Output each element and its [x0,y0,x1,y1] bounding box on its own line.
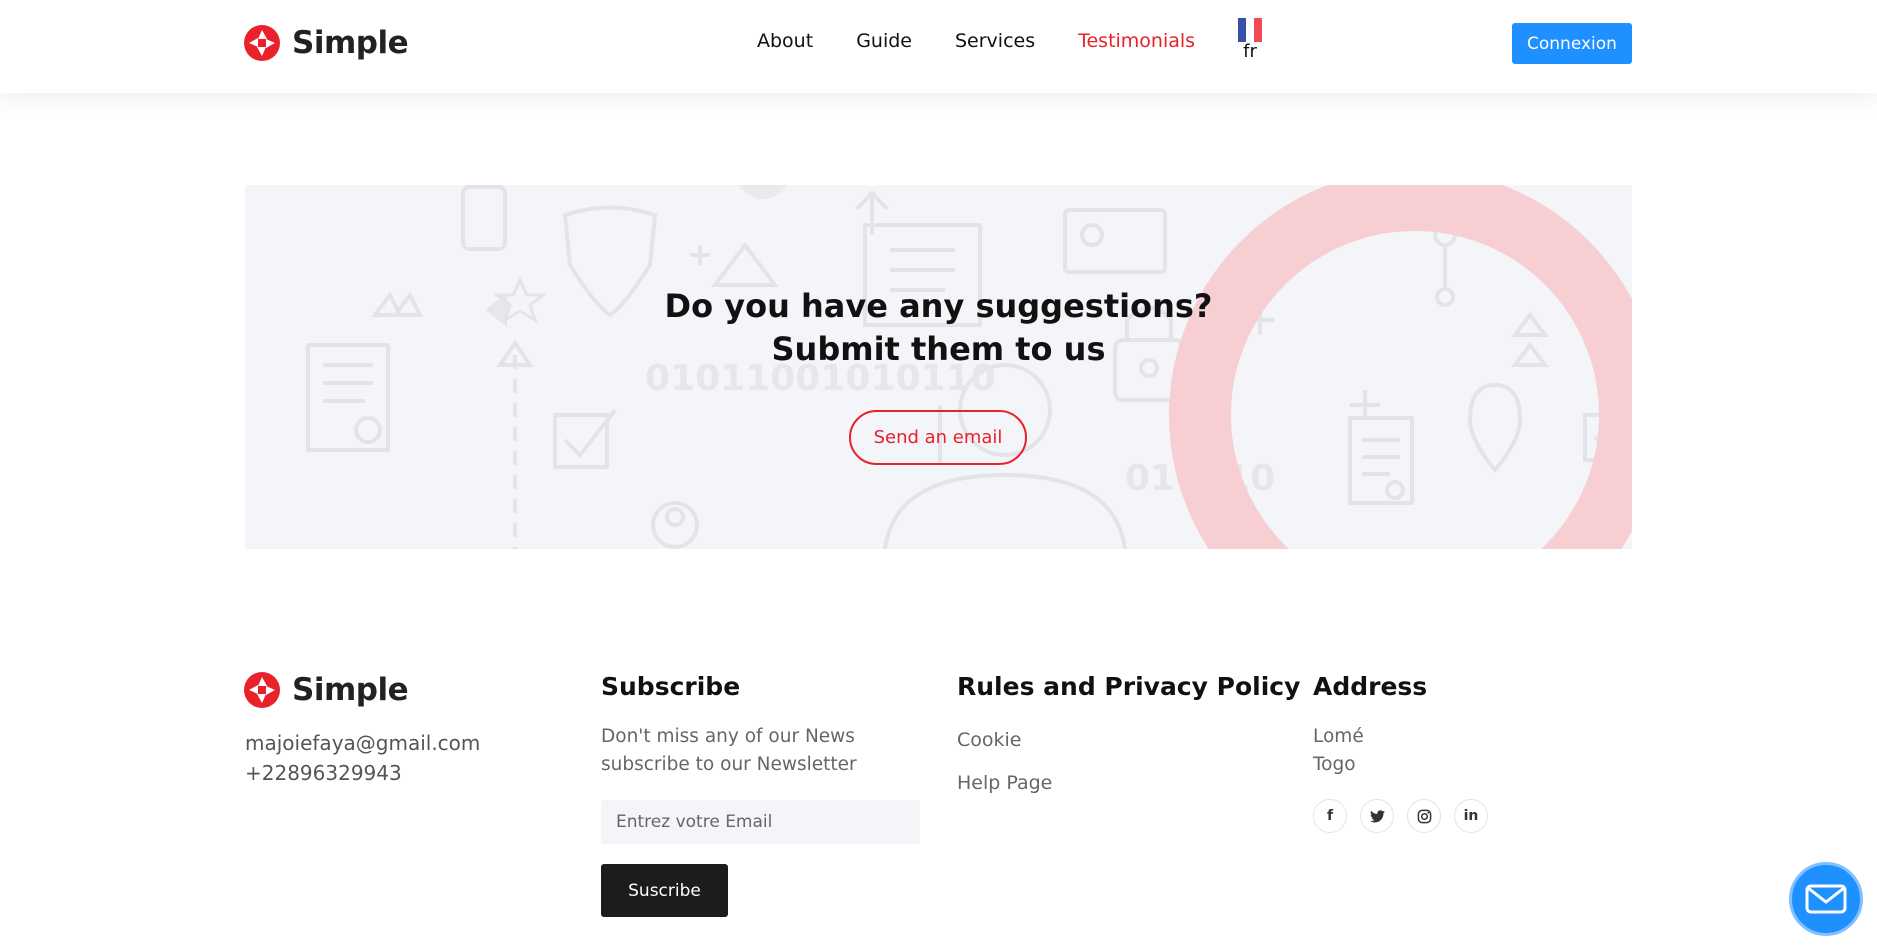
aperture-logo-icon [244,25,280,61]
instagram-icon[interactable] [1407,799,1441,833]
social-links: f in [1313,799,1501,833]
language-switcher[interactable]: fr [1237,18,1263,62]
suggestion-banner: 01011001010110 010110 Do you have any su… [245,185,1632,549]
send-email-button[interactable]: Send an email [849,410,1027,465]
contact-chat-button[interactable] [1789,862,1863,936]
main-nav: About Guide Services Testimonials [757,30,1238,52]
newsletter-email-input[interactable] [601,800,920,844]
nav-link-testimonials[interactable]: Testimonials [1078,30,1195,52]
address-text: Lomé Togo [1313,723,1364,779]
linkedin-icon[interactable]: in [1454,799,1488,833]
subscribe-text: Don't miss any of our News subscribe to … [601,723,857,779]
address-city: Lomé [1313,726,1364,747]
subscribe-text-line-2: subscribe to our Newsletter [601,754,857,775]
site-header: Simple About Guide Services Testimonials… [0,0,1877,93]
subscribe-title: Subscribe [601,672,741,701]
brand-name: Simple [292,672,409,708]
policy-title: Rules and Privacy Policy [957,672,1301,701]
banner-title: Do you have any suggestions? Submit them… [245,285,1632,371]
subscribe-text-line-1: Don't miss any of our News [601,726,855,747]
nav-link-about[interactable]: About [757,30,813,52]
help-page-link[interactable]: Help Page [957,772,1052,794]
language-code: fr [1243,41,1257,62]
nav-link-services[interactable]: Services [955,30,1035,52]
aperture-logo-icon [244,672,280,708]
address-country: Togo [1313,754,1356,775]
contact-phone[interactable]: +22896329943 [245,758,480,788]
twitter-bird-icon [1369,809,1385,822]
banner-title-line-1: Do you have any suggestions? [664,287,1213,325]
french-flag-icon [1238,18,1262,42]
instagram-glyph-icon [1417,809,1431,823]
header-logo[interactable]: Simple [244,25,409,61]
twitter-icon[interactable] [1360,799,1394,833]
banner-title-line-2: Submit them to us [771,330,1106,368]
contact-email[interactable]: majoiefaya@gmail.com [245,728,480,758]
address-title: Address [1313,672,1428,701]
login-button[interactable]: Connexion [1512,23,1632,64]
cookie-link[interactable]: Cookie [957,729,1022,751]
mail-icon [1805,884,1847,914]
subscribe-button[interactable]: Suscribe [601,864,728,917]
brand-name: Simple [292,25,409,61]
facebook-icon[interactable]: f [1313,799,1347,833]
contact-info: majoiefaya@gmail.com +22896329943 [245,728,480,788]
nav-link-guide[interactable]: Guide [856,30,912,52]
footer-logo[interactable]: Simple [244,672,409,708]
